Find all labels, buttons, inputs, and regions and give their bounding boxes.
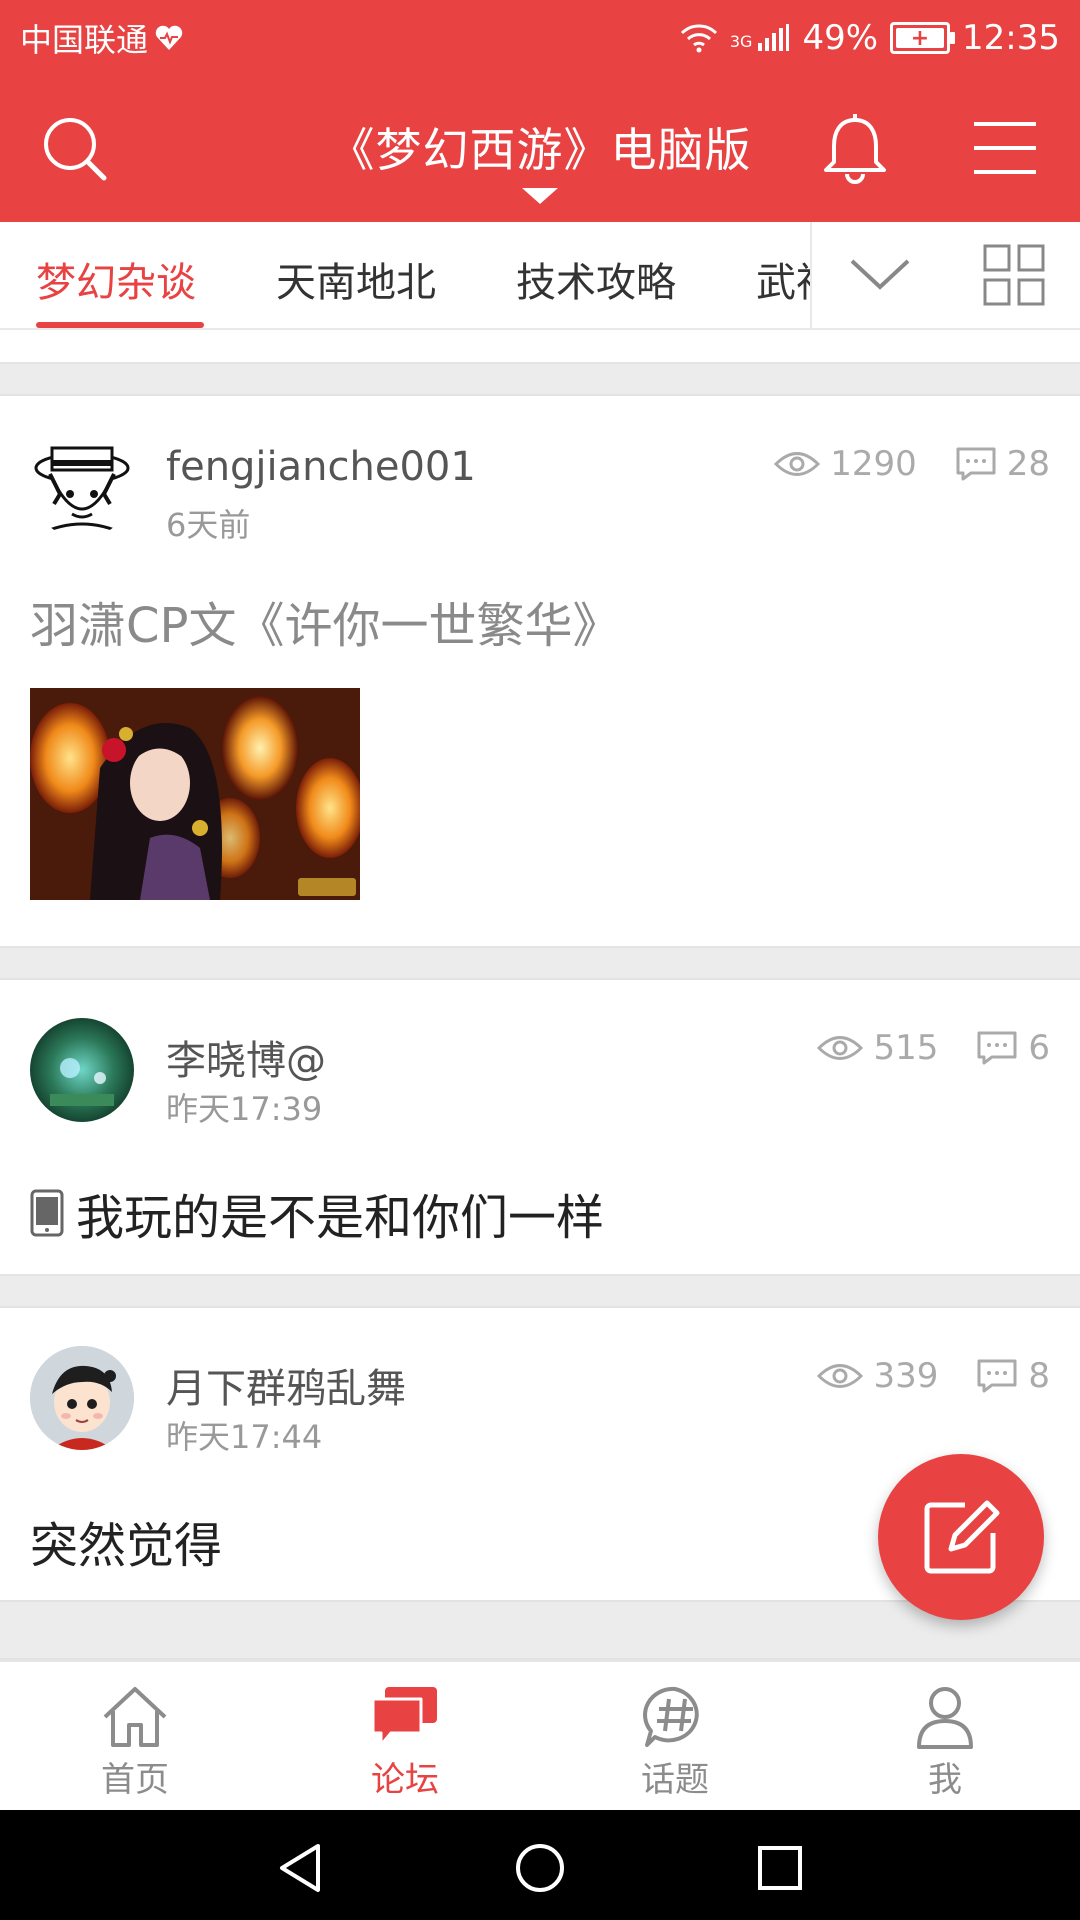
eye-icon: [774, 452, 821, 476]
battery-percent: 49%: [802, 18, 879, 58]
avatar[interactable]: [30, 434, 134, 538]
section-divider: [0, 1600, 1080, 1660]
carrier-label: 中国联通: [20, 21, 149, 59]
avatar[interactable]: [30, 1018, 134, 1122]
post-card[interactable]: 李晓博@ 昨天17:39 515 6 我玩的是不是和你们一样: [0, 980, 1080, 1274]
mobile-phone-icon: [30, 1189, 64, 1237]
cartoon-boy-avatar: [30, 1346, 134, 1450]
nav-topics[interactable]: 话题: [600, 1682, 750, 1801]
status-bar: 中国联通 3G 49% + 12:35: [0, 0, 1080, 76]
home-icon: [103, 1687, 167, 1747]
eye-icon: [817, 1036, 864, 1060]
hashtag-icon: [643, 1686, 699, 1747]
nav-forum-label: 论坛: [371, 1760, 439, 1800]
comment-count: 28: [1006, 444, 1050, 484]
section-divider: [0, 946, 1080, 980]
chat-icon: [371, 1687, 437, 1747]
battery-icon: +: [890, 22, 956, 54]
post-title[interactable]: 突然觉得: [30, 1506, 222, 1576]
avatar[interactable]: [30, 1346, 134, 1450]
expand-tabs-button[interactable]: [810, 222, 950, 328]
nav-forum[interactable]: 论坛: [330, 1682, 480, 1801]
system-navigation-bar: [0, 1810, 1080, 1920]
tab-clipped-container: 武神坛: [756, 250, 810, 310]
nav-topics-label: 话题: [641, 1760, 709, 1800]
nav-home-label: 首页: [101, 1760, 169, 1800]
grid-icon: [983, 244, 1045, 306]
status-left: 中国联通: [20, 15, 184, 61]
signal-icon: [758, 24, 790, 51]
person-icon: [917, 1687, 973, 1749]
manga-face-avatar: [34, 446, 130, 536]
author-name[interactable]: fengjianche001: [166, 444, 476, 490]
bottom-navigation: 首页 论坛 话题 我: [0, 1660, 1080, 1812]
comment-count: 6: [1028, 1028, 1050, 1068]
status-right: 3G 49% + 12:35: [680, 18, 1060, 58]
post-card[interactable]: fengjianche001 6天前 1290 28 羽潇CP文《许你一世繁华》: [0, 396, 1080, 946]
title-dropdown-caret-icon[interactable]: [522, 188, 558, 204]
post-title[interactable]: 我玩的是不是和你们一样: [76, 1178, 604, 1248]
comment-icon: [977, 1031, 1017, 1065]
game-scene-avatar: [30, 1018, 134, 1122]
bell-icon[interactable]: [820, 112, 890, 188]
recent-apps-icon[interactable]: [756, 1844, 804, 1892]
nav-me[interactable]: 我: [870, 1682, 1020, 1801]
section-divider: [0, 362, 1080, 396]
comment-icon: [977, 1359, 1017, 1393]
post-time: 昨天17:39: [166, 1090, 323, 1128]
back-icon[interactable]: [276, 1842, 324, 1894]
comment-count: 8: [1028, 1356, 1050, 1396]
author-name[interactable]: 李晓博@: [166, 1028, 326, 1086]
forum-title[interactable]: 《梦幻西游》电脑版: [0, 114, 1080, 180]
post-time: 昨天17:44: [166, 1418, 323, 1456]
wifi-icon: [680, 24, 717, 53]
menu-icon[interactable]: [972, 118, 1038, 178]
tab-mengyhuan-zatan[interactable]: 梦幻杂谈: [36, 250, 196, 308]
chevron-down-icon: [850, 259, 910, 290]
compose-post-button[interactable]: [878, 1454, 1044, 1620]
tab-tiannan-dibei[interactable]: 天南地北: [276, 250, 436, 308]
view-count: 339: [873, 1356, 939, 1396]
tab-wushentan[interactable]: 武神坛: [756, 250, 810, 308]
clock: 12:35: [962, 18, 1060, 58]
view-count: 515: [873, 1028, 939, 1068]
cosplay-photo: [30, 688, 360, 900]
network-type: 3G: [729, 32, 753, 51]
view-count: 1290: [830, 444, 917, 484]
grid-view-button[interactable]: [948, 222, 1080, 328]
section-divider: [0, 1274, 1080, 1308]
app-header: 《梦幻西游》电脑版: [0, 76, 1080, 222]
author-name[interactable]: 月下群鸦乱舞: [166, 1356, 406, 1414]
compose-icon: [924, 1500, 1000, 1574]
heart-icon: [155, 25, 183, 50]
post-title-row[interactable]: 我玩的是不是和你们一样: [30, 1178, 604, 1248]
post-stats: 339 8: [817, 1356, 1050, 1396]
category-tabs: 梦幻杂谈 天南地北 技术攻略 武神坛: [0, 222, 1080, 330]
post-image[interactable]: [30, 688, 360, 900]
tab-jishu-gonglue[interactable]: 技术攻略: [516, 250, 676, 308]
post-stats: 1290 28: [774, 444, 1050, 484]
eye-icon: [817, 1364, 864, 1388]
post-stats: 515 6: [817, 1028, 1050, 1068]
comment-icon: [956, 447, 996, 481]
nav-home[interactable]: 首页: [60, 1682, 210, 1801]
active-tab-indicator: [36, 322, 204, 328]
post-title[interactable]: 羽潇CP文《许你一世繁华》: [30, 586, 620, 656]
nav-me-label: 我: [928, 1760, 962, 1800]
home-circle-icon[interactable]: [514, 1842, 566, 1894]
post-time: 6天前: [166, 506, 251, 544]
